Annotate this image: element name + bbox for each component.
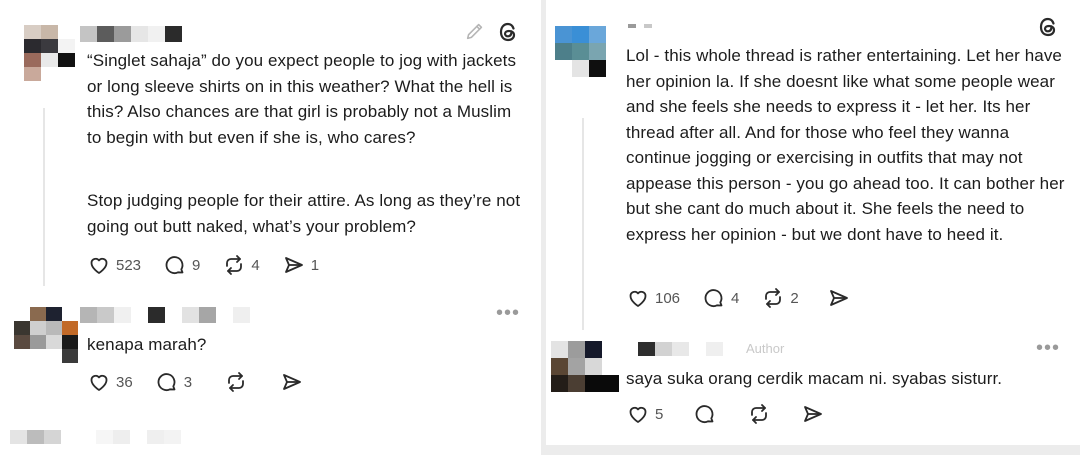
heart-icon [629,406,647,423]
reply-share-button[interactable] [280,370,304,394]
send-icon [284,257,303,273]
reply-username[interactable] [638,342,723,356]
reply-like-count: 5 [655,405,664,423]
threads-logo-icon [1036,15,1060,44]
repost-count: 2 [790,289,799,307]
comment-icon [157,373,176,391]
like-button[interactable]: 523 [87,253,141,277]
like-button[interactable]: 106 [626,286,680,310]
reply-count: 4 [731,289,740,307]
reply-reply-button[interactable]: 3 [155,370,192,394]
reply-count: 9 [192,256,201,274]
right-screenshot-panel: Lol - this whole thread is rather entert… [546,0,1080,445]
reply-like-button[interactable]: 36 [87,370,133,394]
pencil-icon[interactable] [464,20,486,47]
reply-action-bar: 5 [626,402,847,426]
reply-like-button[interactable]: 5 [626,402,663,426]
heart-icon [90,374,108,391]
heart-icon [90,257,108,274]
avatar[interactable] [555,26,606,77]
reply-like-count: 36 [116,373,133,391]
next-reply-username[interactable] [96,430,181,444]
thread-connector-line [43,108,45,286]
reply-button[interactable]: 9 [163,253,200,277]
reply-reply-button[interactable] [693,402,717,426]
reply-avatar[interactable] [14,307,78,363]
comment-icon [165,256,184,274]
post-body: Lol - this whole thread is rather entert… [626,46,1065,244]
reply-username[interactable] [80,307,250,323]
reply-repost-button[interactable] [224,370,248,394]
repost-icon [226,255,243,275]
share-count: 1 [310,256,320,274]
next-reply-avatar[interactable] [10,430,61,444]
post-body-paragraph-1: “Singlet sahaja” do you expect people to… [87,51,517,147]
repost-icon [228,372,244,392]
heart-icon [629,290,647,307]
author-username[interactable] [80,26,182,42]
avatar[interactable] [24,25,75,81]
author-badge: Author [746,341,785,356]
more-options-button[interactable]: ••• [496,303,520,323]
reply-body: saya suka orang cerdik macam ni. syabas … [626,369,1003,388]
post-body-paragraph-2: Stop judging people for their attire. As… [87,191,521,236]
left-screenshot-panel: “Singlet sahaja” do you expect people to… [0,0,541,455]
reply-repost-button[interactable] [747,402,771,426]
reply-reply-count: 3 [183,373,193,391]
reply-avatar[interactable] [551,341,619,392]
repost-count: 4 [251,256,260,274]
comment-icon [695,405,714,423]
reply-button[interactable]: 4 [702,286,739,310]
post-action-bar: 106 4 2 [626,286,873,310]
share-button[interactable]: 1 [282,253,319,277]
repost-icon [765,288,782,308]
threads-logo-icon [496,20,520,49]
comment-icon [704,289,723,307]
repost-button[interactable]: 2 [761,286,799,310]
send-icon [829,290,848,306]
send-icon [804,406,823,422]
reply-share-button[interactable] [801,402,825,426]
repost-icon [751,404,768,424]
like-count: 523 [116,256,142,274]
like-count: 106 [655,289,681,307]
more-options-button[interactable]: ••• [1036,338,1060,358]
author-username[interactable] [628,24,652,28]
reply-body: kenapa marah? [87,335,207,354]
share-button[interactable] [827,286,851,310]
post-action-bar: 523 9 4 1 [87,253,341,277]
repost-button[interactable]: 4 [222,253,260,277]
send-icon [283,374,301,390]
thread-connector-line [582,118,584,330]
reply-action-bar: 36 3 [87,370,326,394]
